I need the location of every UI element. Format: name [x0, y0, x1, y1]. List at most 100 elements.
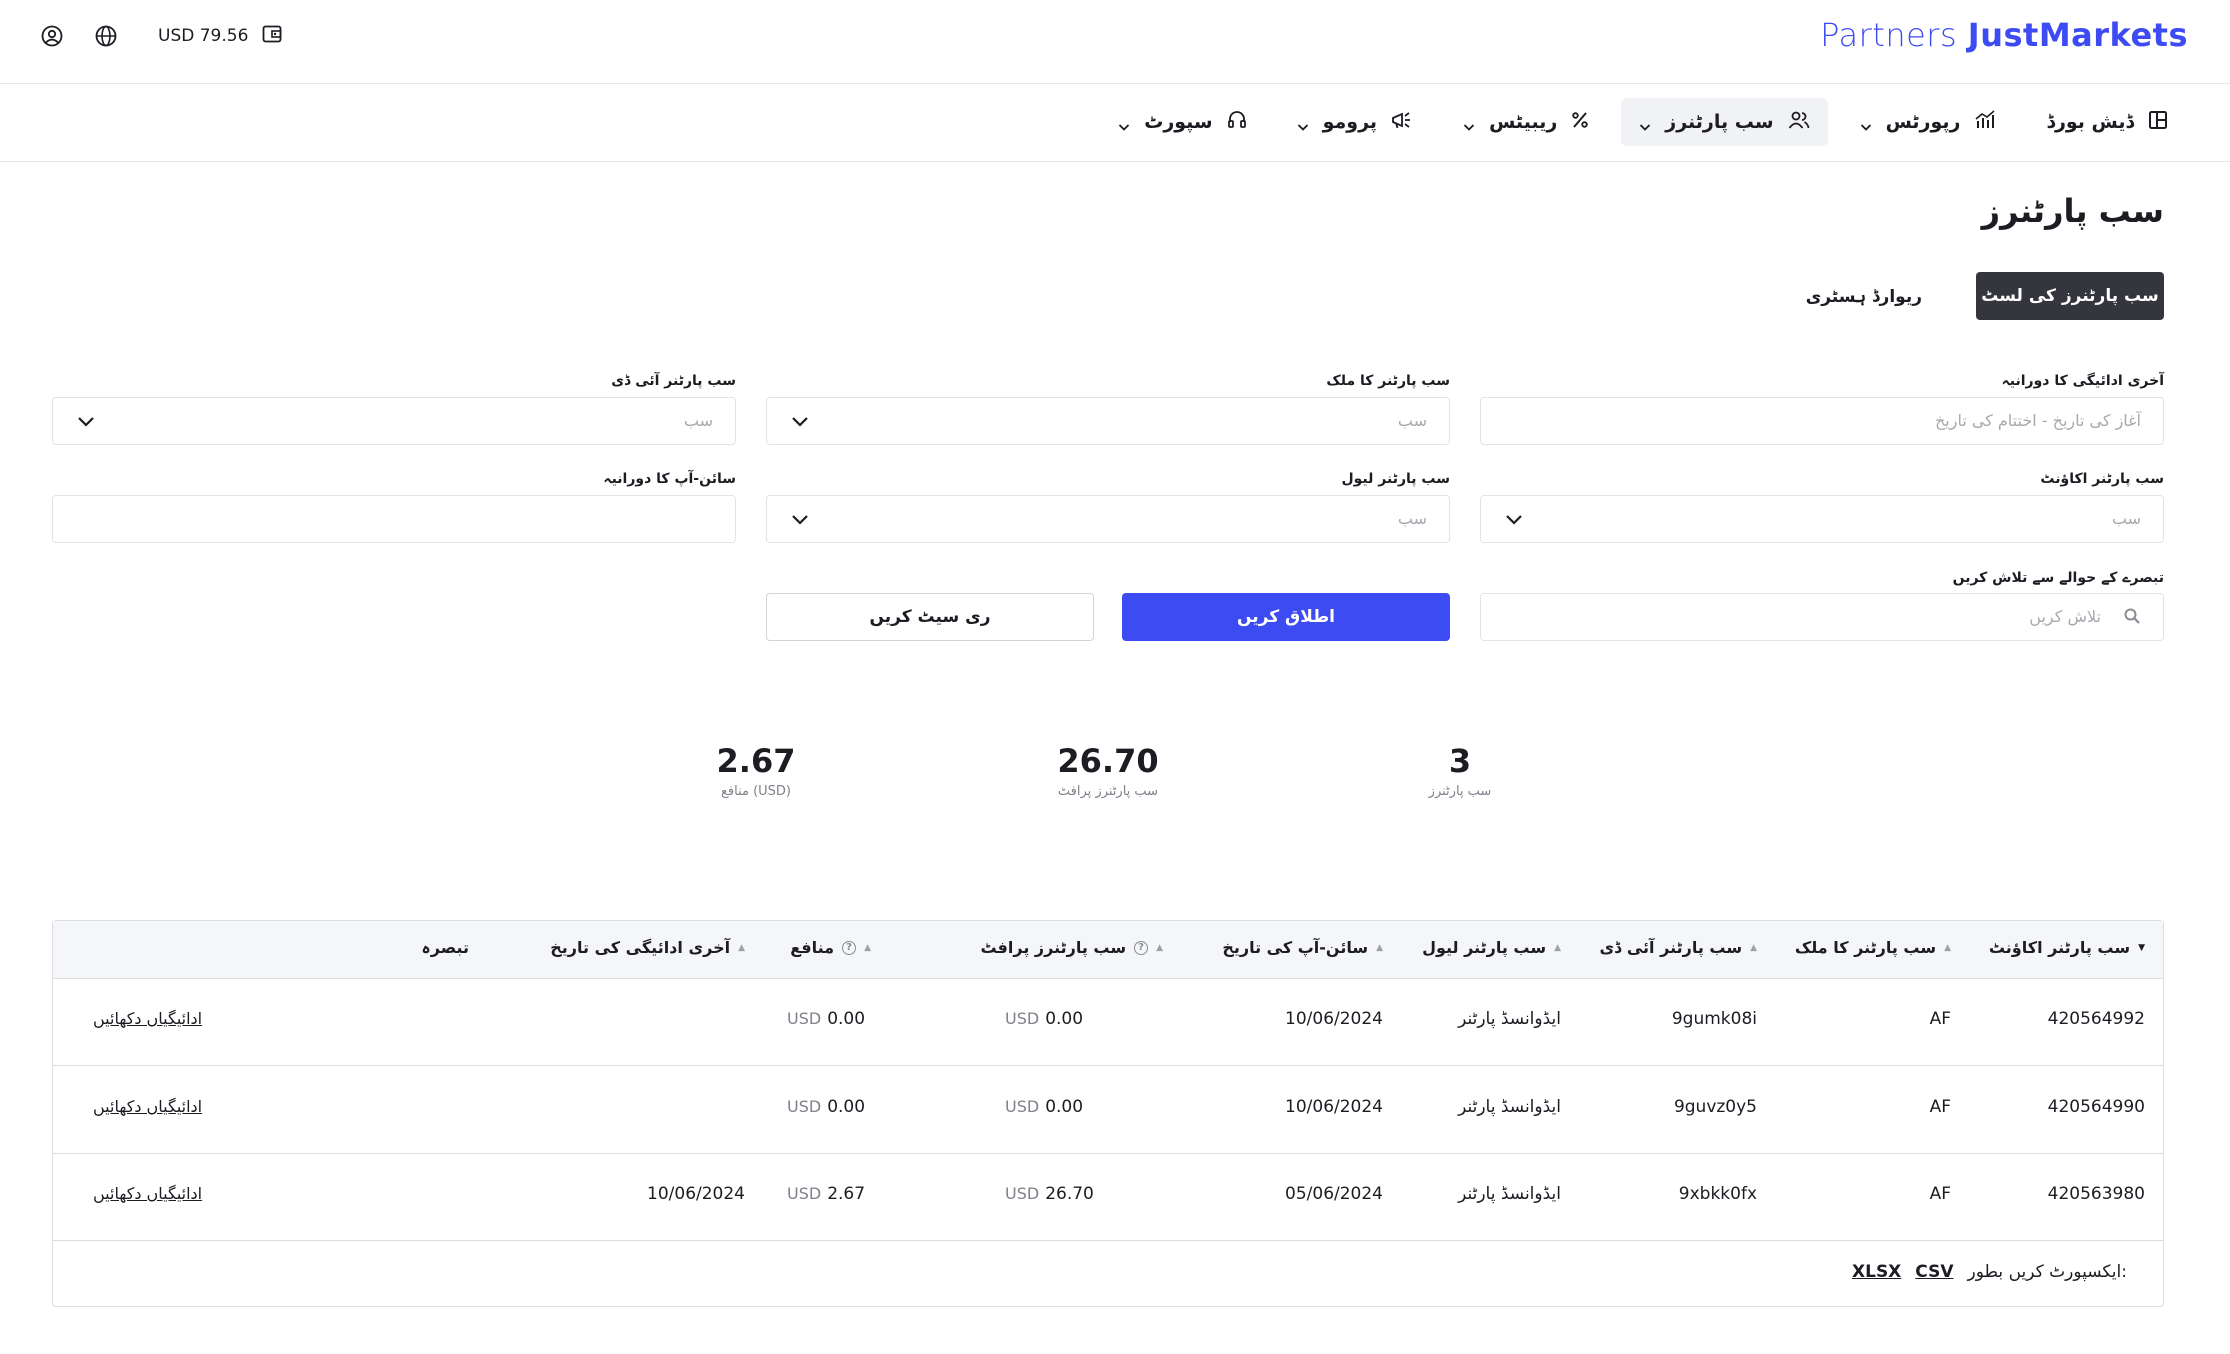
cell-id: 9guvz0y5 — [1673, 1097, 1757, 1117]
tab-sub-partners-list[interactable]: سب پارٹنرز کی لسٹ — [1976, 272, 2164, 320]
column-header-signup-date[interactable]: سائن-آپ کی تاریخ ▲ — [1222, 938, 1383, 957]
megaphone-icon — [1391, 110, 1413, 135]
table-row: 420564990 AF 9guvz0y5 ایڈوانسڈ پارٹنر 10… — [53, 1067, 2163, 1154]
stat-sub-partners-profit: 26.70 سب پارٹنرز پرافٹ — [1008, 742, 1208, 799]
tab-reward-history[interactable]: ریوارڈ ہسٹری — [1806, 272, 1922, 320]
nav-label: رپورٹس — [1885, 111, 1961, 133]
signup-period-field[interactable] — [52, 495, 736, 543]
export-label: ایکسپورٹ کریں بطور: — [1967, 1262, 2128, 1282]
globe-icon[interactable] — [92, 22, 120, 50]
cell-benefit: USD 2.67 — [787, 1184, 865, 1204]
sub-partner-id-select[interactable]: سب — [52, 397, 736, 445]
comment-search-input[interactable]: تلاش کریں — [1480, 593, 2164, 641]
sub-partner-id-placeholder: سب — [683, 411, 713, 430]
country-select[interactable]: سب — [766, 397, 1450, 445]
search-icon — [2123, 607, 2141, 629]
nav-item-sub-partners[interactable]: سب پارٹنرز — [1621, 98, 1828, 146]
cell-profit: USD 0.00 — [1005, 1097, 1083, 1117]
header-label: سب پارٹنر کا ملک — [1794, 938, 1937, 957]
sub-partners-table: سب پارٹنر اکاؤنٹ ▼ سب پارٹنر کا ملک ▲ سب پ… — [52, 920, 2164, 1307]
stat-sub-partners: 3 سب پارٹنرز — [1360, 742, 1560, 799]
stat-value: 2.67 — [716, 742, 796, 780]
show-payments-link[interactable]: ادائیگیاں دکھائیں — [93, 1097, 202, 1116]
sub-partner-account-placeholder: سب — [2111, 509, 2141, 528]
sub-partner-level-select[interactable]: سب — [766, 495, 1450, 543]
nav-item-rebates[interactable]: ریبیٹس — [1445, 98, 1607, 146]
headset-icon — [1227, 110, 1247, 135]
sort-icon: ▲ — [1554, 942, 1561, 953]
column-header-country[interactable]: سب پارٹنر کا ملک ▲ — [1795, 938, 1951, 957]
nav-item-promo[interactable]: پرومو — [1279, 98, 1431, 146]
reset-button[interactable]: ری سیٹ کریں — [766, 593, 1094, 641]
column-header-id[interactable]: سب پارٹنر آئی ڈی ▲ — [1600, 938, 1758, 957]
stat-label: سب پارٹنرز پرافٹ — [1057, 784, 1159, 799]
cell-benefit: USD 0.00 — [787, 1009, 865, 1029]
help-icon[interactable]: ? — [842, 940, 857, 955]
top-left-controls: USD 79.56 — [38, 20, 282, 52]
cell-profit: USD 0.00 — [1005, 1009, 1083, 1029]
main-nav: ڈیش بورڈ رپورٹس سب پارٹنرز ریبیٹس پرومو … — [0, 84, 2230, 162]
table-header: سب پارٹنر اکاؤنٹ ▼ سب پارٹنر کا ملک ▲ سب پ… — [53, 921, 2163, 979]
last-payment-period-field[interactable]: آغاز کی تاریخ - اختتام کی تاریخ — [1480, 397, 2164, 445]
column-header-profit[interactable]: سب پارٹنرز پرافٹ? ▲ — [980, 938, 1163, 957]
show-payments-link[interactable]: ادائیگیاں دکھائیں — [93, 1184, 202, 1203]
stat-value: 26.70 — [1057, 742, 1159, 780]
cell-country: AF — [1929, 1009, 1951, 1029]
cell-level: ایڈوانسڈ پارٹنر — [1458, 1009, 1561, 1029]
header-label: تبصرہ — [421, 938, 469, 957]
currency: USD — [1005, 1009, 1040, 1028]
cell-account: 420563980 — [2047, 1184, 2145, 1204]
sub-partner-account-select[interactable]: سب — [1480, 495, 2164, 543]
chevron-down-icon — [1463, 116, 1475, 131]
chevron-down-icon — [1860, 116, 1872, 131]
cell-level: ایڈوانسڈ پارٹنر — [1458, 1097, 1561, 1117]
cell-last-payment: 10/06/2024 — [647, 1184, 745, 1204]
sort-icon: ▲ — [738, 942, 745, 953]
column-header-benefit[interactable]: منافع? ▲ — [790, 938, 871, 957]
apply-button[interactable]: اطلاق کریں — [1122, 593, 1450, 641]
export-xlsx-link[interactable]: XLSX — [1852, 1262, 1901, 1282]
cell-level: ایڈوانسڈ پارٹنر — [1458, 1184, 1561, 1204]
header-label: آخری ادائیگی کی تاریخ — [550, 938, 731, 957]
header-label: سائن-آپ کی تاریخ — [1222, 938, 1369, 957]
cell-id: 9xbkk0fx — [1678, 1184, 1757, 1204]
show-payments-link[interactable]: ادائیگیاں دکھائیں — [93, 1009, 202, 1028]
brand-logo[interactable]: Partners JustMarkets — [1820, 16, 2188, 54]
nav-item-reports[interactable]: رپورٹس — [1842, 98, 2015, 146]
sort-icon: ▲ — [1944, 942, 1951, 953]
nav-item-dashboard[interactable]: ڈیش بورڈ — [2028, 98, 2186, 146]
account-icon[interactable] — [38, 22, 66, 50]
dashboard-icon — [2148, 110, 2168, 135]
sort-icon: ▲ — [1376, 942, 1383, 953]
amount: 26.70 — [1045, 1184, 1094, 1204]
amount: 0.00 — [827, 1097, 866, 1117]
amount: 2.67 — [827, 1184, 866, 1204]
column-header-last-payment[interactable]: آخری ادائیگی کی تاریخ ▲ — [550, 938, 745, 957]
sort-icon: ▲ — [864, 942, 871, 953]
currency: USD — [787, 1184, 822, 1203]
stat-label: منافع (USD) — [720, 784, 792, 799]
help-icon[interactable]: ? — [1134, 940, 1149, 955]
amount: 0.00 — [1045, 1009, 1084, 1029]
last-payment-period-placeholder: آغاز کی تاریخ - اختتام کی تاریخ — [1934, 411, 2141, 430]
stat-benefit: 2.67 منافع (USD) — [656, 742, 856, 799]
chevron-down-icon — [791, 414, 809, 433]
chart-icon — [1974, 109, 1996, 135]
cell-account: 420564992 — [2047, 1009, 2145, 1029]
chevron-down-icon — [77, 414, 95, 433]
column-header-comment: تبصرہ — [421, 938, 469, 957]
sort-desc-icon: ▼ — [2138, 942, 2145, 953]
column-header-level[interactable]: سب پارٹنر لیول ▲ — [1422, 938, 1561, 957]
amount: 0.00 — [1045, 1097, 1084, 1117]
export-csv-link[interactable]: CSV — [1915, 1262, 1953, 1282]
nav-label: ریبیٹس — [1489, 111, 1558, 133]
header-label: سب پارٹنرز پرافٹ — [980, 938, 1127, 957]
nav-list: ڈیش بورڈ رپورٹس سب پارٹنرز ریبیٹس پرومو … — [1100, 98, 2186, 146]
balance-display[interactable]: USD 79.56 — [158, 25, 282, 48]
nav-item-support[interactable]: سپورٹ — [1100, 98, 1264, 146]
column-header-account[interactable]: سب پارٹنر اکاؤنٹ ▼ — [1989, 938, 2145, 957]
country-placeholder: سب — [1397, 411, 1427, 430]
currency: USD — [1005, 1184, 1040, 1203]
header-label: سب پارٹنر آئی ڈی — [1599, 938, 1743, 957]
sub-partner-account-label: سب پارٹنر اکاؤنٹ — [2040, 471, 2164, 487]
